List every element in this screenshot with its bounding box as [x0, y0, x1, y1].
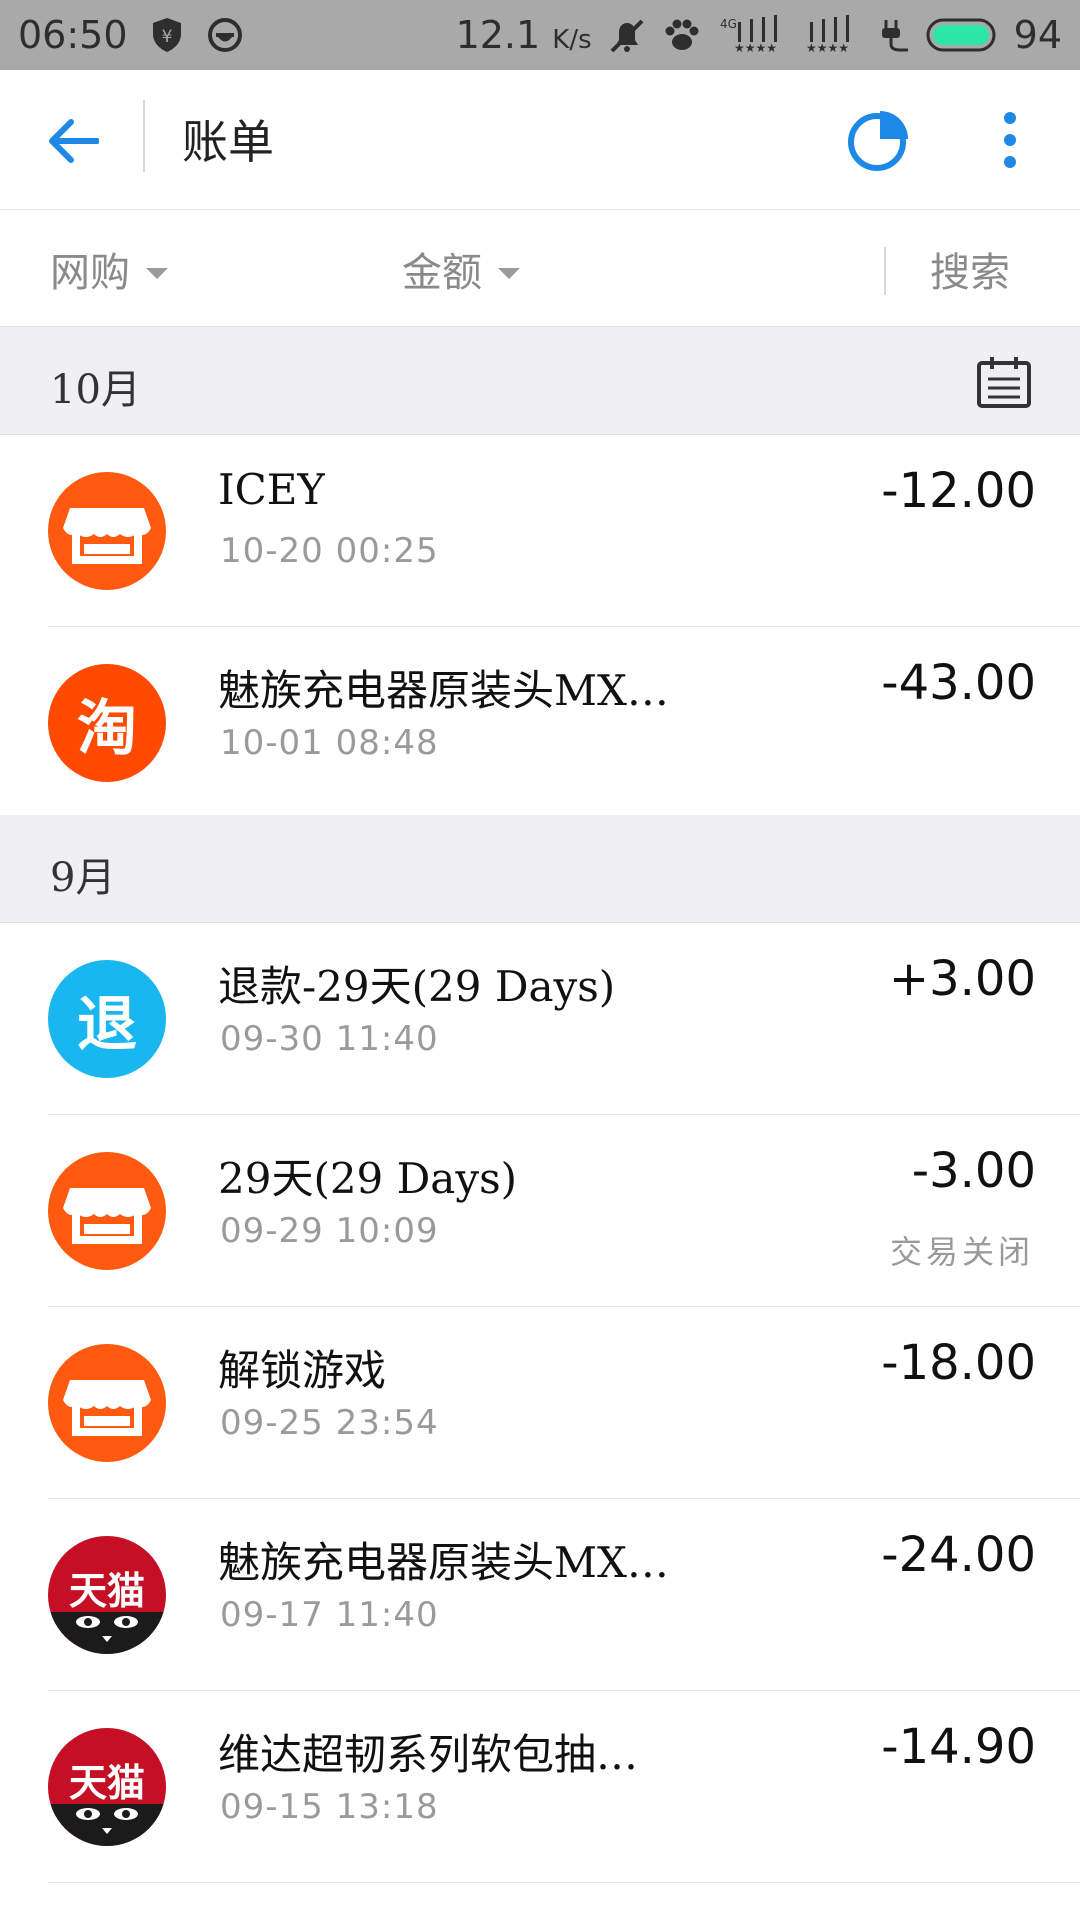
calendar-icon — [977, 357, 1031, 408]
filter-bar: 网购 金额 搜索 — [0, 211, 1080, 327]
bill-row[interactable]: ICEY 10-20 00:25 -12.00 — [0, 435, 1080, 627]
month-header-september: 9月 — [0, 815, 1080, 923]
bill-time: 09-29 10:09 — [220, 1211, 439, 1251]
month-label: 10月 — [50, 367, 141, 413]
bill-amount: +3.00 — [888, 951, 1036, 1007]
battery-icon — [926, 17, 998, 53]
bill-name: 维达超韧系列软包抽… — [218, 1730, 639, 1779]
month-label: 9月 — [50, 855, 116, 901]
bill-name: 魅族充电器原装头MX… — [218, 666, 669, 715]
divider — [143, 100, 145, 172]
category-filter-dropdown[interactable]: 网购 — [50, 211, 168, 327]
more-options-button[interactable] — [990, 100, 1030, 180]
network-type-label: 4G — [720, 17, 737, 31]
status-time: 06:50 — [18, 13, 128, 57]
tmall-icon: 天猫 — [48, 1728, 166, 1846]
bill-amount: -14.90 — [881, 1719, 1036, 1775]
bill-row[interactable]: 解锁游戏 09-25 23:54 -18.00 — [0, 1307, 1080, 1499]
signal-icon: ★★★★ — [804, 14, 860, 56]
pie-chart-icon — [848, 111, 908, 171]
statistics-button[interactable] — [844, 105, 914, 175]
caret-down-icon — [146, 267, 168, 279]
svg-text:¥: ¥ — [161, 27, 172, 47]
taobao-icon: 淘 — [48, 664, 166, 782]
app-bar: 账单 — [0, 70, 1080, 210]
divider — [48, 1882, 1080, 1883]
bill-row[interactable]: 淘 魅族充电器原装头MX… 10-01 08:48 -43.00 — [0, 627, 1080, 819]
arrow-left-icon — [49, 119, 99, 163]
shop-icon — [48, 472, 166, 590]
shop-icon — [48, 1344, 166, 1462]
signal-4g-icon: 4G ★★★★ — [718, 14, 788, 56]
bill-name: ICEY — [218, 465, 326, 514]
circle-face-icon — [206, 16, 244, 54]
bill-name: 退款-29天(29 Days) — [218, 962, 616, 1011]
bill-amount: -24.00 — [881, 1527, 1036, 1583]
bill-name: 解锁游戏 — [218, 1346, 387, 1395]
more-vertical-icon — [1004, 112, 1016, 168]
divider — [884, 247, 886, 295]
status-bar: 06:50 ¥ 12.1 K/s 4G ★★★★ ★★★★ 94 — [0, 0, 1080, 70]
bill-status: 交易关闭 — [889, 1233, 1034, 1271]
bill-time: 09-15 13:18 — [220, 1787, 439, 1827]
bill-row[interactable]: 天猫 维达超韧系列软包抽… 09-15 13:18 -14.90 — [0, 1691, 1080, 1883]
bill-row[interactable]: 29天(29 Days) 09-29 10:09 -3.00 交易关闭 — [0, 1115, 1080, 1307]
search-button[interactable]: 搜索 — [930, 211, 1010, 327]
taobao-avatar-text: 淘 — [77, 693, 137, 764]
shop-icon — [48, 1152, 166, 1270]
tmall-avatar-text: 天猫 — [68, 1569, 145, 1613]
network-speed: 12.1 K/s — [455, 13, 592, 57]
svg-text:★★★★: ★★★★ — [734, 41, 777, 55]
refund-avatar-text: 退 — [77, 989, 137, 1060]
tmall-avatar-text: 天猫 — [68, 1761, 145, 1805]
shield-yen-icon: ¥ — [150, 16, 184, 54]
search-label: 搜索 — [930, 250, 1010, 296]
refund-icon: 退 — [48, 960, 166, 1078]
bill-amount: -43.00 — [881, 655, 1036, 711]
mute-bell-icon — [608, 15, 646, 55]
tmall-icon: 天猫 — [48, 1536, 166, 1654]
bill-amount: -3.00 — [911, 1143, 1036, 1199]
month-header-october: 10月 — [0, 327, 1080, 435]
bill-time: 09-17 11:40 — [220, 1595, 439, 1635]
amount-filter-label: 金额 — [402, 250, 482, 296]
bill-time: 10-01 08:48 — [220, 723, 439, 763]
category-filter-label: 网购 — [50, 250, 130, 296]
bill-name: 29天(29 Days) — [218, 1154, 518, 1203]
bill-row[interactable]: 退 退款-29天(29 Days) 09-30 11:40 +3.00 — [0, 923, 1080, 1115]
paw-icon — [662, 15, 702, 55]
amount-filter-dropdown[interactable]: 金额 — [402, 211, 520, 327]
svg-text:★★★★: ★★★★ — [806, 41, 849, 55]
calendar-button[interactable] — [976, 355, 1032, 409]
bill-amount: -18.00 — [881, 1335, 1036, 1391]
charging-icon — [876, 16, 910, 54]
bill-amount: -12.00 — [881, 463, 1036, 519]
battery-level: 94 — [1013, 13, 1062, 57]
caret-down-icon — [498, 267, 520, 279]
bill-time: 09-25 23:54 — [220, 1403, 439, 1443]
back-button[interactable] — [38, 106, 108, 176]
bill-row[interactable]: 天猫 魅族充电器原装头MX… 09-17 11:40 -24.00 — [0, 1499, 1080, 1691]
bill-time: 09-30 11:40 — [220, 1019, 439, 1059]
bill-name: 魅族充电器原装头MX… — [218, 1538, 669, 1587]
bill-time: 10-20 00:25 — [220, 531, 439, 571]
page-title: 账单 — [182, 115, 274, 169]
